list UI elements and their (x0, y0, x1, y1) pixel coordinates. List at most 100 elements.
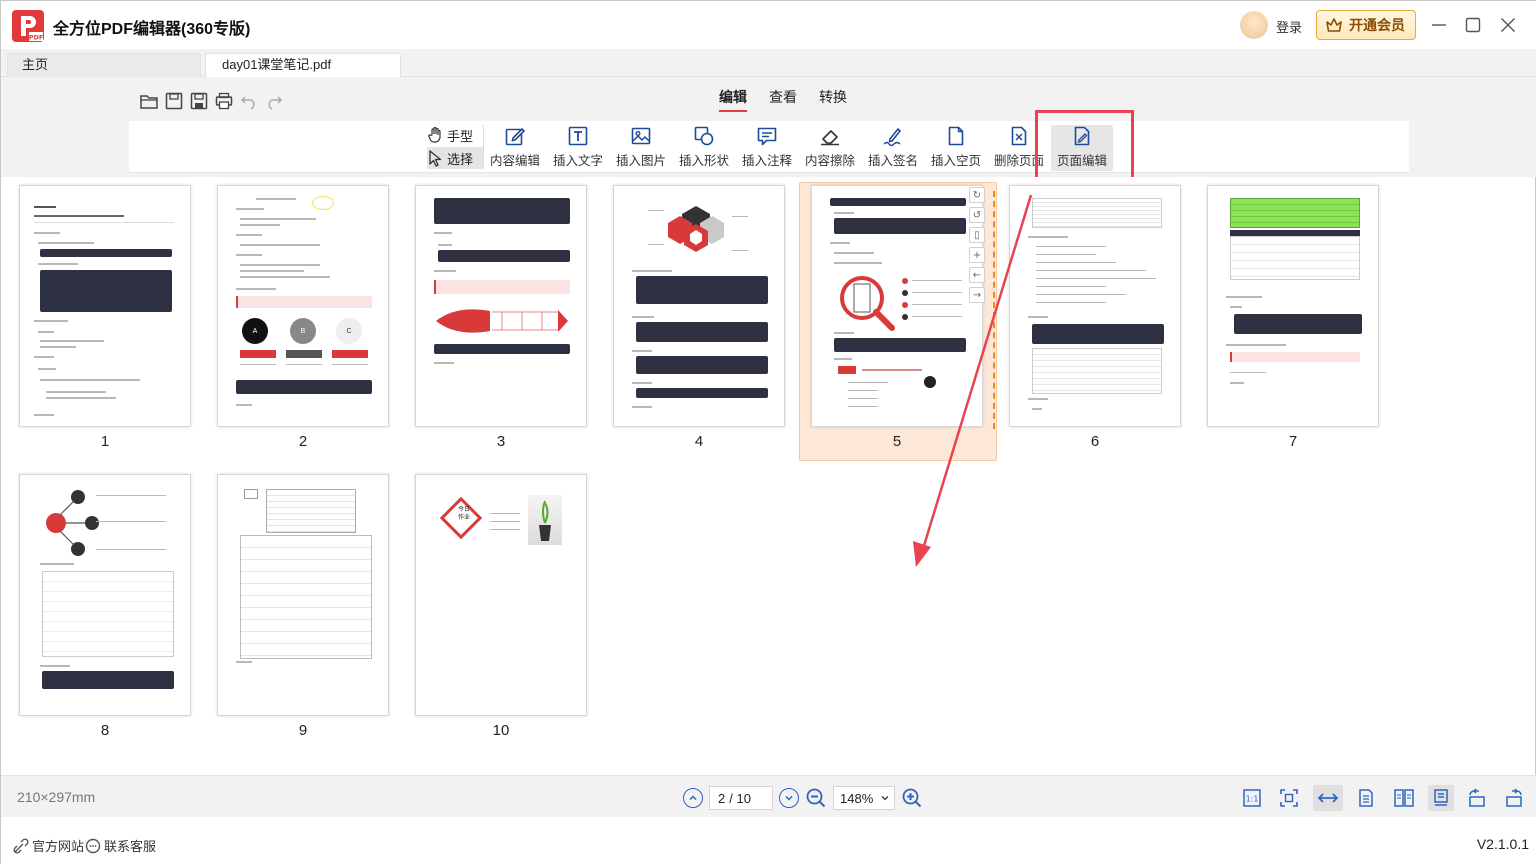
insert-comment-label: 插入注释 (741, 154, 792, 168)
page-thumbnail[interactable]: A B C (217, 185, 389, 427)
link-icon (13, 837, 29, 854)
insert-image-label: 插入图片 (615, 154, 666, 168)
page-thumbnail[interactable] (19, 185, 191, 427)
signature-button[interactable]: 插入签名 (862, 125, 924, 171)
svg-text:1:1: 1:1 (1246, 795, 1259, 804)
double-page-button[interactable] (1391, 785, 1417, 811)
insert-shape-button[interactable]: 插入形状 (673, 125, 735, 171)
insert-shape-label: 插入形状 (678, 154, 729, 168)
vip-button[interactable]: 开通会员 (1316, 10, 1416, 40)
app-title: 全方位PDF编辑器(360专版) (53, 21, 251, 38)
previous-page-button[interactable] (683, 788, 703, 808)
tab-view[interactable]: 查看 (769, 87, 797, 107)
page-thumbnail[interactable] (19, 474, 191, 716)
page-number: 3 (496, 433, 506, 450)
maximize-icon (1465, 17, 1481, 33)
page-number-input[interactable]: 2 / 10 (709, 786, 773, 810)
page-thumbnail[interactable] (217, 474, 389, 716)
close-icon (1501, 18, 1515, 32)
insert-comment-button[interactable]: 插入注释 (736, 125, 798, 171)
rotate-left-button[interactable] (1465, 785, 1491, 811)
page-thumbnail[interactable] (1009, 185, 1181, 427)
select-tool-button[interactable]: 选择 (427, 147, 483, 169)
next-page-button[interactable] (779, 788, 799, 808)
zoom-out-icon[interactable] (805, 787, 827, 809)
minimize-button[interactable] (1427, 13, 1451, 37)
save-icon[interactable] (164, 91, 184, 111)
eraser-label: 内容擦除 (804, 154, 855, 168)
print-icon[interactable] (214, 91, 234, 111)
eraser-icon (821, 130, 839, 146)
undo-icon[interactable] (239, 91, 259, 111)
actual-size-button[interactable]: 1:1 (1239, 785, 1265, 811)
insert-comment-icon (757, 127, 777, 146)
move-left-icon[interactable]: ← (969, 267, 985, 283)
zoom-value: 148% (840, 790, 874, 806)
tab-convert[interactable]: 转换 (819, 87, 847, 107)
tab-edit[interactable]: 编辑 (719, 87, 747, 112)
fit-page-button[interactable] (1276, 785, 1302, 811)
page-thumbnail[interactable] (1207, 185, 1379, 427)
toolbar-area: 编辑 查看 转换 手型 选择 内容编辑 插入文字 插入图片 插入形状 插入注释 … (1, 77, 1536, 177)
page-thumbnail[interactable]: 今日 作业 (415, 474, 587, 716)
edit-ribbon: 手型 选择 内容编辑 插入文字 插入图片 插入形状 插入注释 内容擦除 插入签名… (129, 121, 1409, 173)
page-number: 7 (1288, 433, 1298, 450)
insert-page-icon[interactable]: + (969, 247, 985, 263)
rotate-right-button[interactable] (1500, 785, 1526, 811)
svg-text:PDF: PDF (29, 34, 44, 42)
tab-home[interactable]: 主页 (7, 53, 201, 77)
blank-page-button[interactable]: 插入空页 (925, 125, 987, 171)
quick-access-toolbar (139, 91, 284, 111)
diagram-node: B (290, 318, 316, 344)
version-label: V2.1.0.1 (1476, 836, 1529, 852)
page-thumbnail-selected[interactable] (811, 185, 983, 427)
hand-tool-label: 手型 (447, 128, 474, 144)
signature-icon (883, 128, 901, 147)
document-tab-strip: 主页 day01课堂笔记.pdf (1, 49, 1536, 77)
rotate-left-page-icon (1469, 788, 1485, 807)
redo-icon[interactable] (264, 91, 284, 111)
zoom-in-icon[interactable] (901, 787, 923, 809)
support-link[interactable]: 联系客服 (85, 836, 156, 855)
eraser-button[interactable]: 内容擦除 (799, 125, 861, 171)
minimize-icon (1432, 24, 1446, 26)
close-button[interactable] (1496, 13, 1520, 37)
page-thumbnail[interactable] (613, 185, 785, 427)
page-number: 6 (1090, 433, 1100, 450)
total-pages-value: / 10 (729, 790, 751, 806)
double-page-icon (1394, 789, 1414, 807)
tab-document[interactable]: day01课堂笔记.pdf (205, 53, 401, 77)
rotate-right-icon[interactable]: ↻ (969, 187, 985, 203)
fit-width-button[interactable] (1313, 785, 1343, 811)
move-right-icon[interactable]: → (969, 287, 985, 303)
cursor-icon (429, 150, 442, 167)
chat-icon (85, 838, 101, 853)
official-site-link[interactable]: 官方网站 (13, 836, 84, 855)
blank-page-label: 插入空页 (930, 154, 981, 168)
continuous-scroll-button[interactable] (1428, 785, 1454, 811)
single-page-icon (1359, 789, 1373, 807)
hand-tool-button[interactable]: 手型 (427, 124, 483, 146)
content-edit-button[interactable]: 内容编辑 (484, 125, 546, 171)
avatar[interactable] (1240, 11, 1268, 39)
dropdown-arrow-icon (881, 796, 889, 801)
page-navigator: 2 / 10 148% (683, 786, 923, 810)
page-thumbnail[interactable] (415, 185, 587, 427)
page-number: 10 (492, 722, 510, 739)
open-folder-icon[interactable] (139, 91, 159, 111)
select-tool-label: 选择 (447, 151, 474, 167)
trash-icon[interactable]: ▯ (969, 227, 985, 243)
diagram-node: A (242, 318, 268, 344)
insert-text-button[interactable]: 插入文字 (547, 125, 609, 171)
vip-button-label: 开通会员 (1349, 17, 1405, 33)
insert-image-button[interactable]: 插入图片 (610, 125, 672, 171)
zoom-select[interactable]: 148% (833, 786, 895, 810)
save-as-icon[interactable] (189, 91, 209, 111)
login-link[interactable]: 登录 (1276, 17, 1302, 36)
maximize-button[interactable] (1461, 13, 1485, 37)
current-page-value: 2 (718, 790, 726, 806)
single-page-button[interactable] (1353, 785, 1379, 811)
fit-width-icon (1317, 793, 1339, 803)
menu-tabs: 编辑 查看 转换 (719, 87, 847, 112)
rotate-left-icon[interactable]: ↺ (969, 207, 985, 223)
